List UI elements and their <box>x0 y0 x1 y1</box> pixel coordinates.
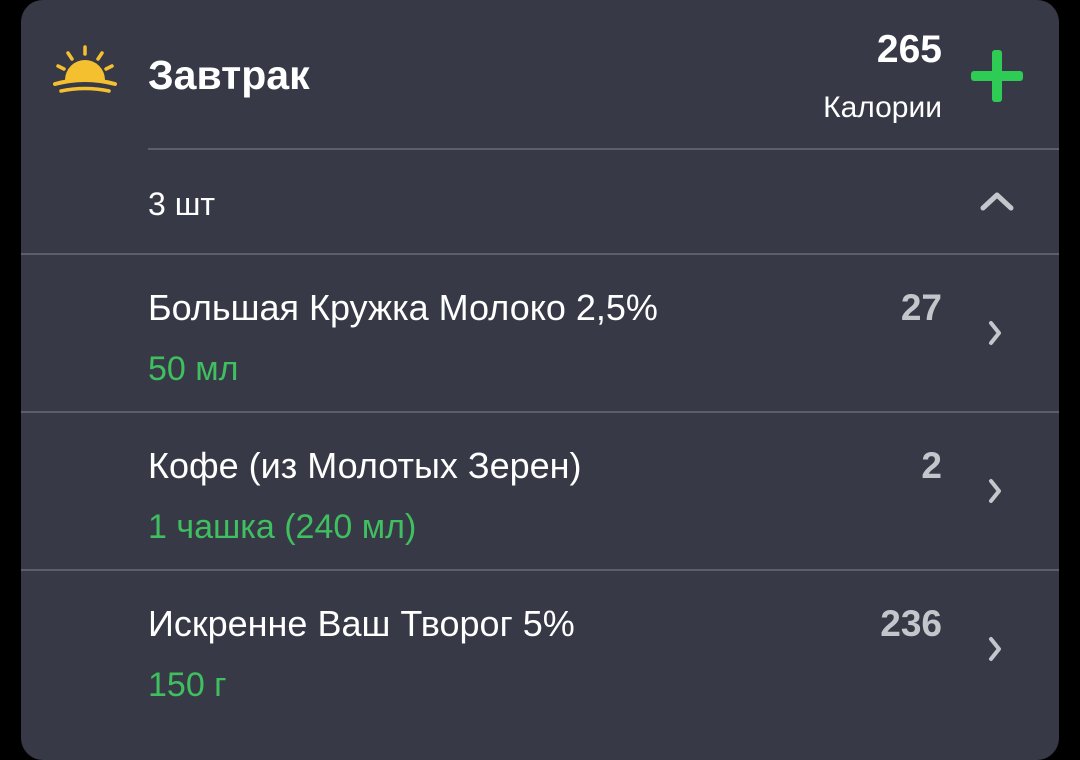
sunrise-icon <box>53 45 117 93</box>
food-calories: 236 <box>880 603 942 644</box>
food-name: Искренне Ваш Творог 5% <box>148 603 575 644</box>
add-food-button[interactable] <box>965 44 1029 108</box>
meal-card: Завтрак 265 Калории 3 шт Большая Кружка … <box>21 0 1059 760</box>
food-name: Большая Кружка Молоко 2,5% <box>148 287 658 328</box>
food-portion: 50 мл <box>148 350 239 388</box>
food-item[interactable]: Искренне Ваш Творог 5% 150 г 236 <box>21 571 1059 727</box>
chevron-right-icon <box>989 637 1001 661</box>
items-count-label: 3 шт <box>148 186 216 222</box>
food-portion: 1 чашка (240 мл) <box>148 508 417 546</box>
food-portion: 150 г <box>148 666 227 704</box>
meal-calories-value: 265 <box>876 28 942 71</box>
meal-title: Завтрак <box>148 52 310 98</box>
chevron-up-icon[interactable] <box>979 190 1015 212</box>
food-name: Кофе (из Молотых Зерен) <box>148 445 582 486</box>
meal-calories-label: Калории <box>823 91 942 124</box>
plus-icon <box>971 50 1023 102</box>
chevron-right-icon <box>989 479 1001 503</box>
food-calories: 27 <box>900 287 942 328</box>
items-toggle-row[interactable]: 3 шт <box>21 150 1059 253</box>
food-calories: 2 <box>921 445 942 486</box>
food-item[interactable]: Кофе (из Молотых Зерен) 1 чашка (240 мл)… <box>21 413 1059 569</box>
meal-header: Завтрак 265 Калории <box>21 0 1059 150</box>
chevron-right-icon <box>989 321 1001 345</box>
food-item[interactable]: Большая Кружка Молоко 2,5% 50 мл 27 <box>21 255 1059 411</box>
